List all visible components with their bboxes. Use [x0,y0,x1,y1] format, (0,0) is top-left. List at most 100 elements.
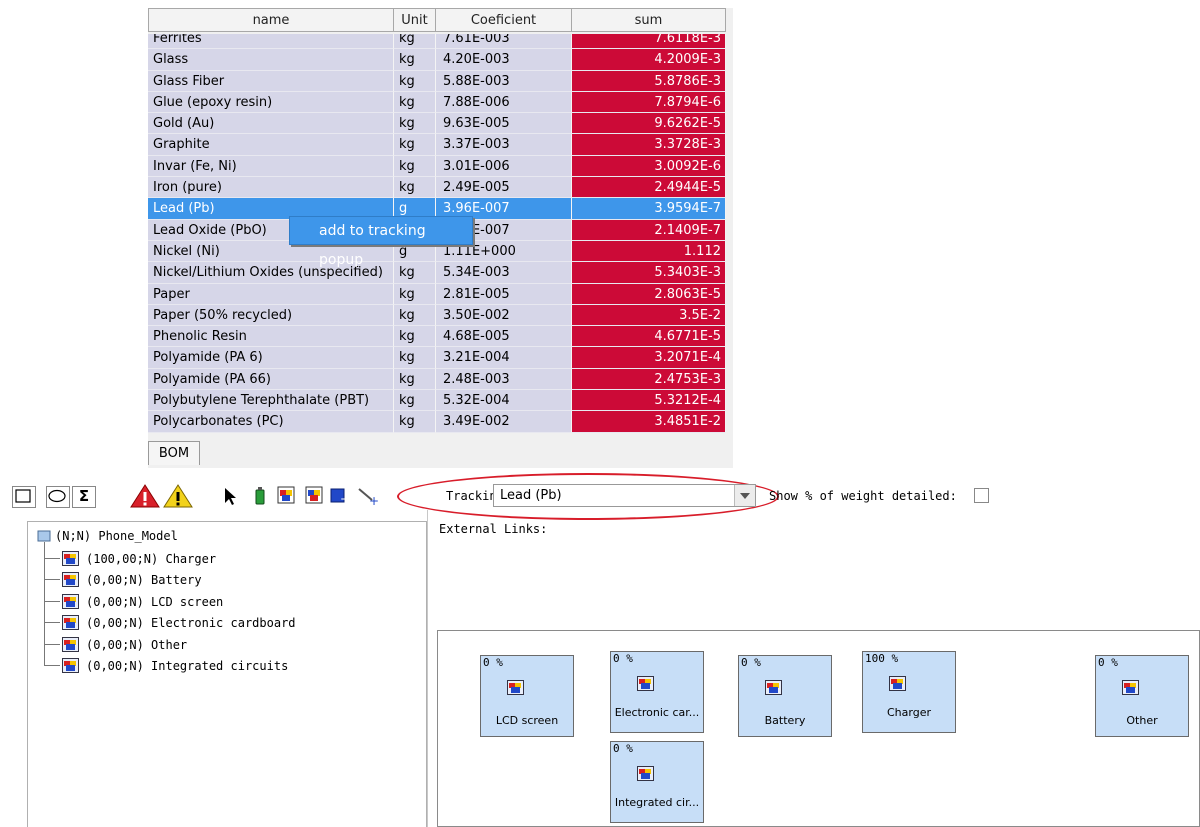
sum-button[interactable]: Σ [72,486,96,508]
cell-sum: 2.4753E-3 [572,368,726,391]
cell-unit: kg [394,283,436,305]
table-row[interactable]: Paper (50% recycled) kg 3.50E-002 3.5E-2 [148,304,732,327]
warning-red-icon[interactable] [130,484,160,508]
table-row[interactable]: Polybutylene Terephthalate (PBT) kg 5.32E-… [148,390,732,412]
table-row[interactable]: Iron (pure) kg 2.49E-005 2.4944E-5 [148,177,732,199]
table-row[interactable]: Polyamide (PA 6) kg 3.21E-004 3.2071E-4 [148,347,732,369]
tree-item[interactable]: (0,00;N) Battery [86,573,202,587]
ellipse-tool-button[interactable] [46,486,70,508]
tree-branch-line [44,665,60,666]
cell-coeficient: 7.61E-003 [436,34,572,50]
table-row[interactable]: Graphite kg 3.37E-003 3.3728E-3 [148,134,732,156]
tracking-dropdown[interactable]: Lead (Pb) [493,484,756,507]
card-label: Electronic car... [614,706,700,719]
table-row[interactable]: Ferrites kg 7.61E-003 7.6118E-3 [148,34,732,50]
cell-sum: 1.112 [572,240,726,263]
table-row[interactable]: Phenolic Resin kg 4.68E-005 4.6771E-5 [148,326,732,348]
component-icon [62,593,79,609]
show-percent-checkbox[interactable] [974,488,989,503]
cell-coeficient: 4.68E-005 [436,326,572,348]
cell-name: Iron (pure) [148,177,394,199]
table-row[interactable]: Polycarbonates (PC) kg 3.49E-002 3.4851E-2 [148,411,732,433]
cell-unit: kg [394,304,436,327]
cell-sum: 3.3728E-3 [572,134,726,156]
table-row[interactable]: Gold (Au) kg 9.63E-005 9.6262E-5 [148,113,732,135]
table-row[interactable]: Glass kg 4.20E-003 4.2009E-3 [148,49,732,71]
rectangle-tool-button[interactable] [12,486,36,508]
tree-item[interactable]: (0,00;N) Other [86,638,187,652]
cell-unit: kg [394,177,436,199]
component-blue-icon[interactable]: + [329,486,347,504]
table-row[interactable]: Polyamide (PA 66) kg 2.48E-003 2.4753E-3 [148,368,732,391]
tree-item[interactable]: (100,00;N) Charger [86,552,216,566]
tree-item[interactable]: (0,00;N) LCD screen [86,595,223,609]
cell-sum: 4.2009E-3 [572,49,726,71]
cell-sum: 2.8063E-5 [572,283,726,305]
cell-sum: 2.1409E-7 [572,219,726,241]
tab-bom[interactable]: BOM [148,441,200,465]
cell-coeficient: 3.50E-002 [436,304,572,327]
table-header: name Unit Coeficient sum [148,8,732,33]
column-header-sum[interactable]: sum [572,8,726,32]
component-icon [62,636,79,652]
cell-coeficient: 2.49E-005 [436,177,572,199]
component-icon[interactable] [277,486,295,504]
component-canvas[interactable]: 0 % LCD screen 0 % Electronic car... 0 % Batt… [437,630,1200,827]
column-header-unit[interactable]: Unit [394,8,436,32]
component-icon [62,551,79,566]
cell-name: Glass [148,49,394,71]
tree-item[interactable]: (0,00;N) Electronic cardboard [86,616,296,630]
warning-yellow-icon[interactable] [163,484,193,508]
cell-unit: kg [394,155,436,178]
cell-sum: 3.4851E-2 [572,411,726,433]
component-card[interactable]: 0 % Battery [738,655,832,737]
pointer-icon[interactable] [221,486,239,506]
cell-name: Paper (50% recycled) [148,304,394,327]
panel-divider[interactable] [427,510,428,827]
component-card[interactable]: 0 % LCD screen [480,655,574,737]
column-header-name[interactable]: name [148,8,394,32]
svg-text:+: + [369,494,379,506]
cell-name: Polyamide (PA 66) [148,368,394,391]
card-label: Battery [764,714,806,727]
link-tool-icon[interactable]: + [357,486,379,506]
cell-unit: kg [394,411,436,433]
card-percent: 0 % [1098,656,1118,669]
cell-coeficient: 5.34E-003 [436,262,572,284]
card-label: Other [1126,714,1158,727]
table-row[interactable]: Glue (epoxy resin) kg 7.88E-006 7.8794E-6 [148,91,732,114]
component-add-icon[interactable] [305,486,323,504]
battery-icon[interactable] [253,486,267,506]
cell-unit: kg [394,326,436,348]
tree-branch-line [44,622,60,624]
component-icon [62,615,79,631]
component-icon [62,658,79,673]
card-label: LCD screen [495,714,559,727]
tree-root[interactable]: (N;N) Phone_Model [55,529,178,543]
table-row[interactable]: Paper kg 2.81E-005 2.8063E-5 [148,283,732,305]
table-row[interactable]: Invar (Fe, Ni) kg 3.01E-006 3.0092E-6 [148,155,732,178]
tree-item[interactable]: (0,00;N) Integrated circuits [86,659,288,673]
component-card[interactable]: 0 % Integrated cir... [610,741,704,823]
cell-unit: kg [394,262,436,284]
cell-sum: 3.2071E-4 [572,347,726,369]
component-card[interactable]: 100 % Charger [862,651,956,733]
component-card[interactable]: 0 % Other [1095,655,1189,737]
tree-branch-line [44,579,60,581]
cell-unit: kg [394,34,436,50]
chevron-down-icon[interactable] [734,485,755,506]
column-header-coeficient[interactable]: Coeficient [436,8,572,32]
ellipse-tool-icon [48,489,66,503]
component-card[interactable]: 0 % Electronic car... [610,651,704,733]
cell-sum: 5.3212E-4 [572,390,726,412]
tracking-dropdown-value: Lead (Pb) [500,488,562,503]
card-percent: 0 % [613,652,633,665]
cell-sum: 3.0092E-6 [572,155,726,178]
table-row[interactable]: Glass Fiber kg 5.88E-003 5.8786E-3 [148,70,732,92]
cell-coeficient: 9.63E-005 [436,113,572,135]
tree-branch-line [44,643,60,645]
table-row[interactable]: Nickel/Lithium Oxides (unspecified) kg 5.3… [148,262,732,284]
context-menu-add-to-tracking[interactable]: add to tracking popup [289,216,473,268]
cell-sum: 5.8786E-3 [572,70,726,92]
cell-name: Polyamide (PA 6) [148,347,394,369]
